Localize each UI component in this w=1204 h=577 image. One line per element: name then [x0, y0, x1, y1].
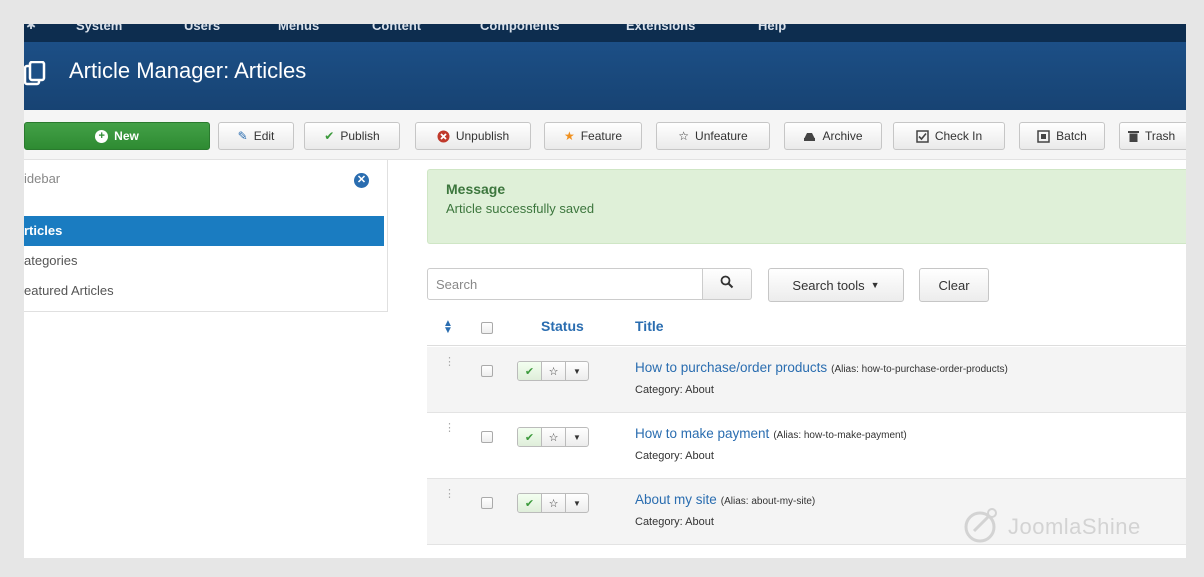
published-check-icon[interactable]: ✔	[518, 428, 542, 446]
publish-button[interactable]: ✔ Publish	[304, 122, 400, 150]
sidebar: idebar ✕ rticles ategories eatured Artic…	[24, 160, 388, 312]
joomla-admin-window: ✱ System Users Menus Content Components …	[24, 24, 1186, 558]
featured-star-icon[interactable]: ☆	[542, 362, 566, 380]
menu-users[interactable]: Users	[184, 24, 220, 33]
published-check-icon[interactable]: ✔	[518, 494, 542, 512]
row-checkbox[interactable]	[481, 431, 493, 443]
menu-system[interactable]: System	[76, 24, 122, 33]
check-icon: ✔	[324, 129, 335, 143]
caret-down-icon[interactable]: ▼	[566, 494, 588, 512]
table-header: ▲ ▼ Status Title	[427, 310, 1186, 346]
unpublish-icon	[437, 130, 450, 143]
joomla-logo-icon[interactable]: ✱	[26, 24, 40, 31]
new-button[interactable]: + New	[24, 122, 210, 150]
search-icon	[720, 275, 734, 294]
article-category: Category: About	[635, 516, 714, 528]
published-check-icon[interactable]: ✔	[518, 362, 542, 380]
joomlashine-watermark: JoomlaShine	[962, 502, 1182, 552]
caret-down-icon[interactable]: ▼	[566, 428, 588, 446]
stack-icon	[24, 60, 46, 87]
select-all-checkbox[interactable]	[481, 322, 493, 334]
close-icon[interactable]: ✕	[354, 173, 369, 188]
menu-content[interactable]: Content	[372, 24, 421, 33]
top-menu-bar: ✱ System Users Menus Content Components …	[24, 24, 1186, 42]
row-checkbox[interactable]	[481, 497, 493, 509]
status-button-group: ✔ ☆ ▼	[517, 427, 589, 447]
search-tools-button[interactable]: Search tools ▼	[768, 268, 904, 302]
checkbox-checked-icon	[916, 129, 929, 143]
table-row: ⋮ ✔ ☆ ▼ How to purchase/order products (A…	[427, 347, 1186, 413]
success-message: Message Article successfully saved	[427, 169, 1186, 244]
drag-handle-icon[interactable]: ⋮	[444, 423, 455, 434]
menu-help[interactable]: Help	[758, 24, 786, 33]
search-button[interactable]	[702, 268, 752, 300]
archive-icon	[803, 131, 816, 141]
sidebar-title: idebar	[24, 171, 61, 186]
status-column-header[interactable]: Status	[541, 318, 584, 334]
message-text: Article successfully saved	[446, 201, 595, 216]
article-title-link[interactable]: How to purchase/order products (Alias: ho…	[635, 360, 1008, 375]
title-column-header[interactable]: Title	[635, 318, 664, 334]
menu-extensions[interactable]: Extensions	[626, 24, 695, 33]
plus-icon: +	[95, 129, 109, 143]
menu-components[interactable]: Components	[480, 24, 559, 33]
page-header: Article Manager: Articles	[24, 42, 1186, 110]
article-alias: (Alias: how-to-make-payment)	[773, 430, 907, 441]
trash-button[interactable]: Trash	[1119, 122, 1186, 150]
article-alias: (Alias: about-my-site)	[720, 496, 816, 507]
batch-icon	[1037, 129, 1050, 143]
archive-button[interactable]: Archive	[784, 122, 882, 150]
article-title-link[interactable]: About my site (Alias: about-my-site)	[635, 492, 815, 507]
page-title: Article Manager: Articles	[69, 58, 307, 83]
watermark-text: JoomlaShine	[1008, 514, 1141, 539]
article-category: Category: About	[635, 450, 714, 462]
edit-button[interactable]: ✎ Edit	[218, 122, 294, 150]
checkin-button[interactable]: Check In	[893, 122, 1005, 150]
search-input[interactable]	[427, 268, 703, 300]
table-row: ⋮ ✔ ☆ ▼ How to make payment (Alias: how-t…	[427, 413, 1186, 479]
edit-icon: ✎	[237, 129, 248, 143]
article-category: Category: About	[635, 384, 714, 396]
featured-star-icon[interactable]: ☆	[542, 428, 566, 446]
featured-star-icon[interactable]: ☆	[542, 494, 566, 512]
sort-icon[interactable]: ▲ ▼	[443, 319, 453, 336]
message-title: Message	[446, 181, 506, 197]
unpublish-button[interactable]: Unpublish	[415, 122, 531, 150]
sidebar-item-featured-articles[interactable]: eatured Articles	[24, 276, 384, 306]
unfeature-button[interactable]: ☆ Unfeature	[656, 122, 770, 150]
star-outline-icon: ☆	[678, 129, 690, 143]
article-alias: (Alias: how-to-purchase-order-products)	[831, 364, 1008, 375]
drag-handle-icon[interactable]: ⋮	[444, 489, 455, 500]
sidebar-item-articles[interactable]: rticles	[24, 216, 384, 246]
star-icon: ★	[563, 129, 575, 143]
caret-down-icon: ▼	[870, 280, 880, 290]
status-button-group: ✔ ☆ ▼	[517, 493, 589, 513]
feature-button[interactable]: ★ Feature	[544, 122, 642, 150]
menu-menus[interactable]: Menus	[278, 24, 319, 33]
sidebar-item-categories[interactable]: ategories	[24, 246, 384, 276]
drag-handle-icon[interactable]: ⋮	[444, 357, 455, 368]
trash-icon	[1128, 130, 1139, 142]
clear-button[interactable]: Clear	[919, 268, 989, 302]
status-button-group: ✔ ☆ ▼	[517, 361, 589, 381]
article-title-link[interactable]: How to make payment (Alias: how-to-make-p…	[635, 426, 907, 441]
joomlashine-logo-icon	[962, 505, 1002, 550]
toolbar: + New ✎ Edit ✔ Publish Unpublish ★ Featu…	[24, 110, 1186, 160]
caret-down-icon[interactable]: ▼	[566, 362, 588, 380]
batch-button[interactable]: Batch	[1019, 122, 1105, 150]
row-checkbox[interactable]	[481, 365, 493, 377]
